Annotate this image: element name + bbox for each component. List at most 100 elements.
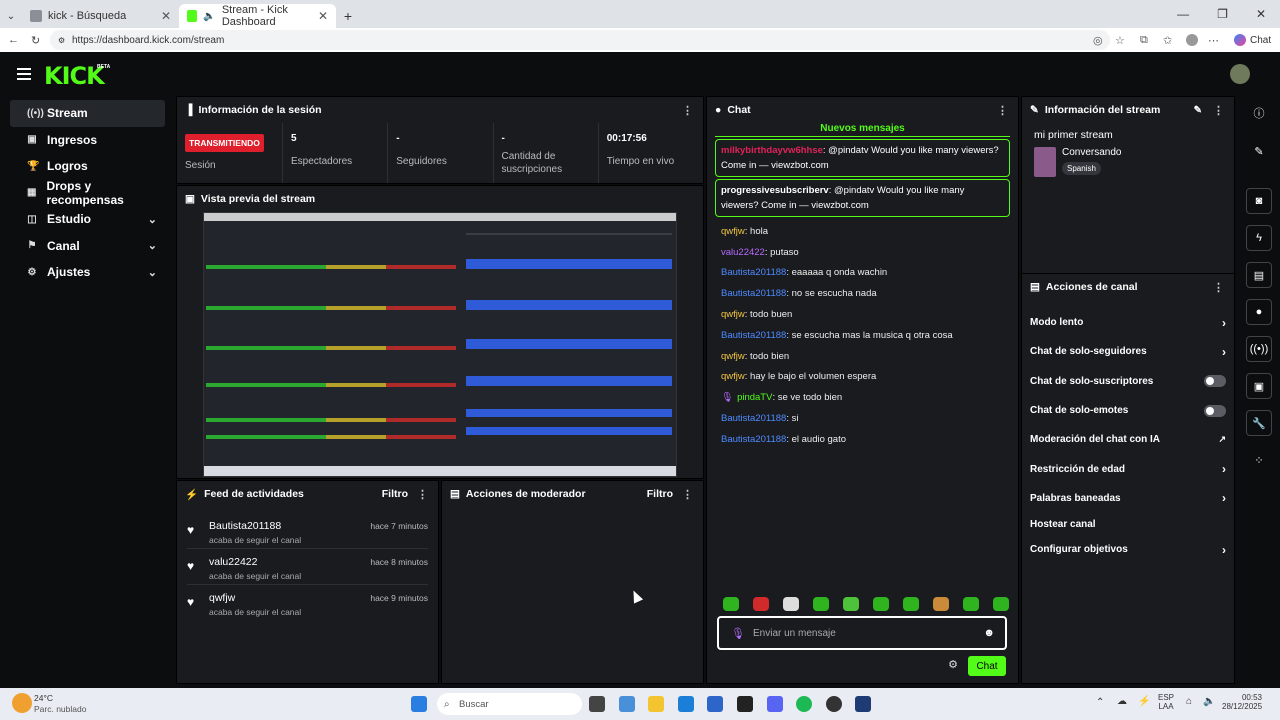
emote-icon[interactable] (753, 597, 769, 611)
action-configurar-objetivos[interactable]: Configurar objetivos › (1022, 535, 1234, 564)
toggle-switch[interactable] (1204, 375, 1226, 388)
emote-icon[interactable] (723, 597, 739, 611)
site-info-icon[interactable]: ⚙ (58, 36, 65, 45)
browser-tab-search[interactable]: kick - Búsqueda ✕ (22, 4, 179, 28)
obs-icon[interactable] (826, 696, 842, 712)
weather-icon[interactable] (12, 693, 32, 713)
file-explorer-icon[interactable] (648, 696, 664, 712)
sidebar-item-ingresos[interactable]: ▣ Ingresos (10, 127, 165, 154)
task-view-icon[interactable] (589, 696, 605, 712)
action-moderacion-ia[interactable]: Moderación del chat con IA ↗ (1022, 425, 1234, 454)
copilot-app-icon[interactable] (619, 696, 635, 712)
toolbox-icon[interactable]: ▣ (1246, 373, 1272, 399)
pencil-edit-icon[interactable]: ✎ (1194, 105, 1202, 116)
chat-username[interactable]: qwfjw (721, 226, 745, 237)
chat-username[interactable]: qwfjw (721, 371, 745, 382)
profile-avatar[interactable] (1186, 34, 1198, 46)
user-avatar[interactable] (1230, 64, 1250, 84)
tray-chevron-icon[interactable]: ⌃ (1096, 697, 1104, 708)
read-aloud-icon[interactable]: ◎ (1093, 34, 1103, 47)
action-palabras-baneadas[interactable]: Palabras baneadas › (1022, 484, 1234, 513)
lightning-icon[interactable]: ϟ (1246, 225, 1272, 251)
favorite-star-icon[interactable]: ☆ (1115, 34, 1125, 47)
send-chat-button[interactable]: Chat (968, 656, 1006, 676)
action-restriccion-edad[interactable]: Restricción de edad › (1022, 454, 1234, 483)
emote-icon[interactable] (903, 597, 919, 611)
document-icon[interactable]: ▤ (1246, 262, 1272, 288)
kick-studio-icon[interactable] (855, 696, 871, 712)
sidebar-item-ajustes[interactable]: ⚙ Ajustes ⌄ (10, 259, 165, 286)
input-language[interactable]: ESP LAA (1158, 693, 1174, 711)
sidebar-item-canal[interactable]: ⚑ Canal ⌄ (10, 233, 165, 260)
spotify-icon[interactable] (796, 696, 812, 712)
chat-settings-gear-icon[interactable]: ⚙ (948, 658, 958, 671)
epic-games-icon[interactable] (737, 696, 753, 712)
minimize-icon[interactable]: — (1177, 7, 1189, 21)
sidebar-item-drops[interactable]: ▦ Drops y recompensas (10, 179, 165, 207)
browser-tab-kick[interactable]: 🔈 Stream - Kick Dashboard ✕ (179, 4, 336, 28)
back-icon[interactable]: ← (8, 34, 19, 46)
chat-message-input[interactable]: 🎙 Enviar un mensaje ☻ (717, 616, 1007, 650)
more-options-icon[interactable]: ⋮ (682, 488, 693, 501)
tab-list-chevron-icon[interactable]: ⌄ (0, 4, 22, 28)
camera-icon[interactable]: ◙ (1246, 188, 1272, 214)
chat-username[interactable]: Bautista201188 (721, 288, 786, 299)
chat-username[interactable]: qwfjw (721, 351, 745, 362)
url-field[interactable]: ⚙ https://dashboard.kick.com/stream (50, 30, 1110, 50)
chat-username[interactable]: qwfjw (721, 309, 745, 320)
menu-icon[interactable] (17, 68, 31, 83)
clock[interactable]: 00:53 28/12/2025 (1222, 693, 1262, 711)
more-icon[interactable]: ⋯ (1208, 34, 1219, 47)
action-solo-seguidores[interactable]: Chat de solo-seguidores › (1022, 337, 1234, 366)
favorites-icon[interactable]: ✩ (1163, 34, 1172, 47)
chat-username[interactable]: Bautista201188 (721, 267, 786, 278)
chat-bubble-icon[interactable]: ● (1246, 299, 1272, 325)
new-messages-divider[interactable]: Nuevos mensajes (715, 123, 1010, 137)
emote-icon[interactable] (783, 597, 799, 611)
speaker-icon[interactable]: 🔈 (203, 11, 215, 22)
chat-username[interactable]: Bautista201188 (721, 330, 786, 341)
copilot-chat-button[interactable]: Chat (1234, 34, 1271, 46)
more-options-icon[interactable]: ⋮ (1213, 104, 1224, 117)
emote-icon[interactable] (933, 597, 949, 611)
windows-start-icon[interactable] (411, 696, 427, 712)
emote-icon[interactable] (993, 597, 1009, 611)
emote-icon[interactable] (963, 597, 979, 611)
filter-button[interactable]: Filtro (382, 488, 408, 500)
toggle-switch[interactable] (1204, 404, 1226, 417)
more-options-icon[interactable]: ⋮ (682, 104, 693, 117)
chat-username[interactable]: Bautista201188 (721, 434, 786, 445)
extensions-icon[interactable]: ⧉ (1140, 34, 1148, 47)
pencil-icon[interactable]: ✎ (1246, 138, 1272, 164)
sidebar-item-stream[interactable]: ((•)) Stream (10, 100, 165, 127)
close-window-icon[interactable]: ✕ (1256, 7, 1266, 21)
sidebar-item-estudio[interactable]: ◫ Estudio ⌄ (10, 206, 165, 233)
wrench-icon[interactable]: 🔧 (1246, 410, 1272, 436)
action-hostear-canal[interactable]: Hostear canal (1022, 513, 1234, 535)
stream-preview-video[interactable] (203, 212, 677, 477)
category-name[interactable]: Conversando (1062, 147, 1121, 158)
chat-username[interactable]: Bautista201188 (721, 413, 786, 424)
kick-logo[interactable]: KICK (44, 62, 105, 90)
edge-browser-icon[interactable] (678, 696, 694, 712)
emote-icon[interactable] (813, 597, 829, 611)
store-icon[interactable] (707, 696, 723, 712)
broadcast-icon[interactable]: ((•)) (1246, 336, 1272, 362)
cloud-icon[interactable]: ☁ (1117, 696, 1127, 707)
more-options-icon[interactable]: ⋮ (997, 104, 1008, 117)
network-icon[interactable]: ⌂ (1186, 696, 1192, 707)
restore-icon[interactable]: ❐ (1217, 7, 1228, 21)
new-tab-button[interactable]: + (336, 4, 360, 28)
chat-username[interactable]: valu22422 (721, 247, 765, 258)
close-icon[interactable]: ✕ (318, 9, 328, 23)
more-options-icon[interactable]: ⋮ (417, 488, 428, 501)
emoji-icon[interactable]: ☻ (983, 627, 995, 639)
info-icon[interactable]: ⓘ (1246, 100, 1272, 126)
filter-button[interactable]: Filtro (647, 488, 673, 500)
discord-icon[interactable] (767, 696, 783, 712)
reload-icon[interactable]: ↻ (31, 34, 40, 47)
taskbar-search[interactable]: ⌕ Buscar (437, 693, 582, 715)
bluetooth-icon[interactable]: ⚡ (1138, 696, 1150, 707)
more-options-icon[interactable]: ⋮ (1213, 281, 1224, 294)
chat-username[interactable]: progressivesubscriberv (721, 185, 829, 196)
